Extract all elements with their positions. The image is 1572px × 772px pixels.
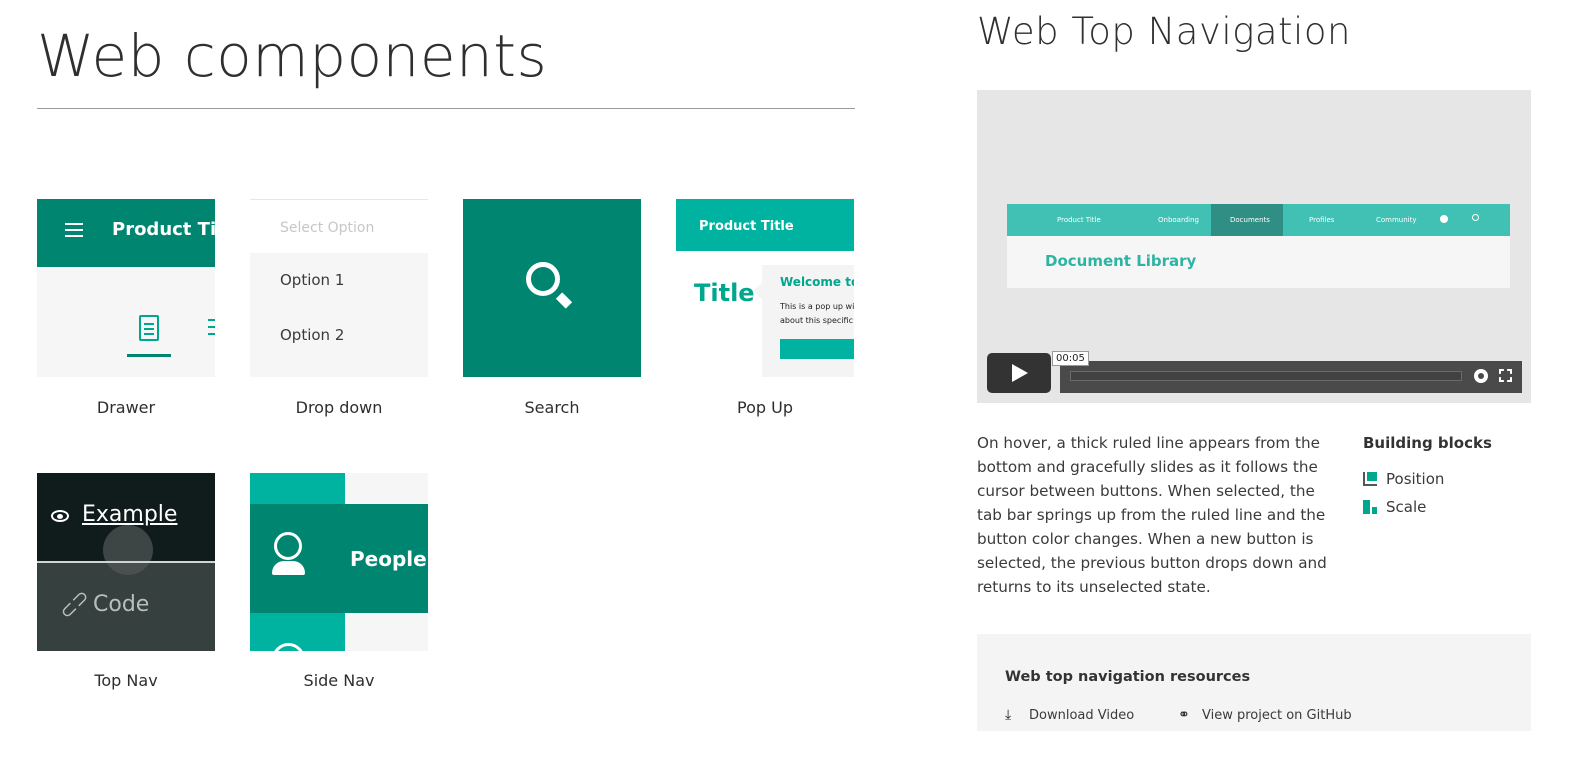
popup-body-line: about this specific p — [780, 316, 854, 325]
tile-label-drawer: Drawer — [96, 398, 156, 417]
title-divider — [37, 108, 855, 109]
detail-title: Web Top Navigation — [977, 10, 1351, 53]
video-nav-item: Profiles — [1309, 216, 1335, 224]
download-icon: ⤓ — [1005, 707, 1012, 723]
video-nav-item: Community — [1376, 216, 1417, 224]
popup-body-line: This is a pop up wit — [780, 302, 854, 311]
video-nav-item: Product Title — [1057, 216, 1101, 224]
hamburger-icon — [65, 223, 83, 237]
scale-icon — [1363, 500, 1377, 514]
video-page-area: Document Library — [1007, 236, 1510, 288]
tile-label-topnav: Top Nav — [94, 671, 158, 690]
building-block-scale[interactable]: Scale — [1363, 498, 1426, 516]
download-video-label: Download Video — [1029, 708, 1135, 723]
code-link: Code — [93, 592, 150, 617]
building-blocks-title: Building blocks — [1363, 434, 1492, 452]
building-block-label: Scale — [1386, 498, 1427, 516]
page-title: Web components — [37, 22, 548, 90]
video-timestamp: 00:05 — [1052, 351, 1089, 366]
dropdown-tile[interactable]: Select Option Option 1 Option 2 — [250, 199, 428, 377]
popup-welcome: Welcome to — [780, 275, 854, 289]
description-text: On hover, a thick ruled line appears fro… — [977, 434, 1327, 596]
search-icon — [1472, 214, 1479, 221]
user-icon-body — [272, 561, 305, 575]
drawer-tile[interactable]: Product Title — [37, 199, 215, 377]
tile-label-search: Search — [524, 398, 580, 417]
drawer-active-underline — [127, 354, 171, 357]
popup-button — [780, 339, 854, 359]
dropdown-option: Option 2 — [280, 326, 345, 344]
sidenav-tile[interactable]: People — [250, 473, 428, 651]
sidenav-people-label: People — [350, 547, 427, 571]
dropdown-placeholder: Select Option — [280, 220, 375, 236]
tile-label-sidenav: Side Nav — [303, 671, 375, 690]
fullscreen-icon[interactable] — [1499, 369, 1512, 382]
sidenav-top-block — [250, 473, 345, 504]
eye-icon — [51, 510, 69, 522]
video-nav-bar: Product Title Onboarding Documents Profi… — [1007, 204, 1510, 236]
drawer-product-title: Product Title — [112, 219, 215, 240]
building-block-label: Position — [1386, 470, 1445, 488]
resources-title: Web top navigation resources — [1005, 669, 1251, 685]
play-button[interactable] — [987, 353, 1051, 393]
user-icon — [274, 532, 302, 560]
github-link[interactable]: ⚭ View project on GitHub — [1178, 707, 1352, 723]
video-nav-item: Onboarding — [1158, 216, 1199, 224]
video-progress-bar[interactable] — [1070, 371, 1462, 381]
search-tile[interactable] — [463, 199, 641, 377]
example-link: Example — [82, 502, 178, 527]
settings-icon[interactable] — [1474, 369, 1488, 383]
link-icon: ⊂⊃ — [53, 583, 95, 625]
popup-body: This is a pop up wit about this specific… — [780, 300, 854, 328]
popup-big-title: Title — [694, 279, 755, 307]
github-link-label: View project on GitHub — [1202, 708, 1352, 723]
tile-label-dropdown: Drop down — [295, 398, 383, 417]
document-icon — [139, 315, 159, 341]
topnav-divider — [37, 561, 215, 563]
gear-icon — [103, 525, 153, 575]
video-controls — [1060, 361, 1522, 393]
video-page-heading: Document Library — [1045, 252, 1197, 270]
list-icon — [208, 319, 215, 337]
popup-product-title: Product Title — [699, 219, 794, 234]
download-video-link[interactable]: ⤓ Download Video — [1005, 707, 1134, 723]
dropdown-select: Select Option — [250, 199, 428, 253]
popup-tile[interactable]: Product Title Title Welcome to This is a… — [676, 199, 854, 377]
play-icon — [1012, 364, 1028, 382]
video-player[interactable]: Product Title Onboarding Documents Profi… — [977, 90, 1531, 403]
topnav-tile[interactable]: Example ⊂⊃ Code — [37, 473, 215, 651]
video-nav-item: Documents — [1230, 216, 1270, 224]
tile-label-popup: Pop Up — [737, 398, 793, 417]
drawer-header-bar: Product Title — [37, 199, 215, 267]
link-icon: ⚭ — [1178, 707, 1190, 723]
popup-header-bar: Product Title — [676, 199, 854, 251]
building-block-position[interactable]: Position — [1363, 470, 1444, 488]
resources-panel: Web top navigation resources ⤓ Download V… — [977, 634, 1531, 731]
dropdown-option: Option 1 — [280, 271, 345, 289]
position-icon — [1363, 472, 1377, 486]
gear-icon — [1440, 215, 1448, 223]
